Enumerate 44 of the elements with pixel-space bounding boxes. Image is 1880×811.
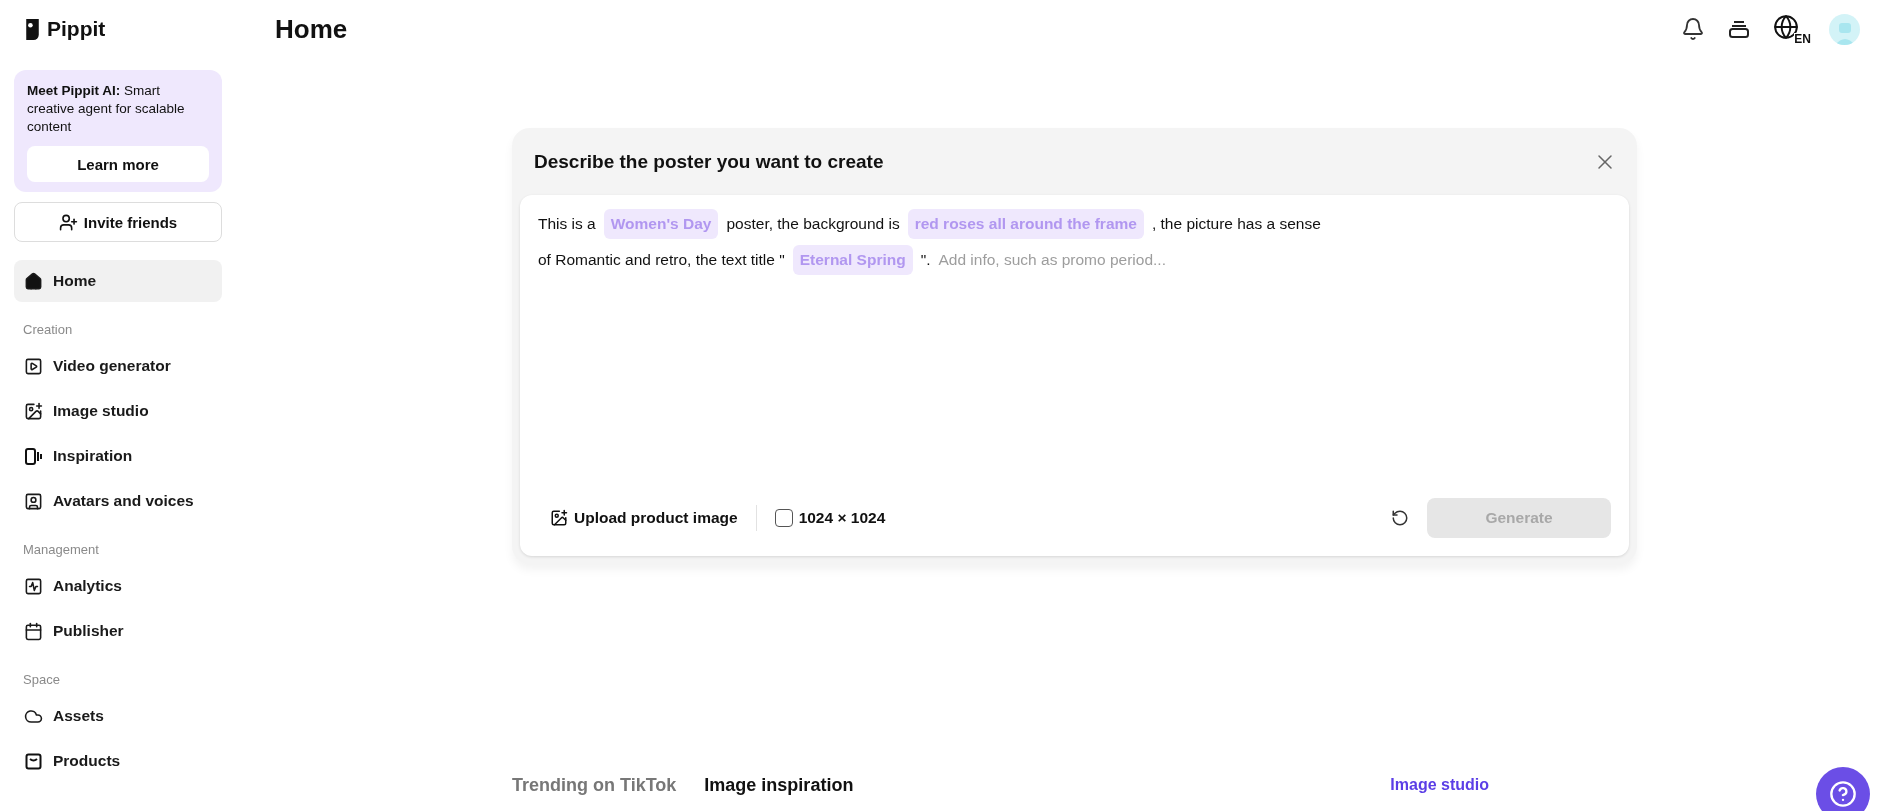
sidebar-item[interactable]: Home <box>14 260 222 302</box>
panels-icon <box>24 446 43 466</box>
prompt-text: poster, the background is <box>726 215 900 233</box>
sidebar-item[interactable]: Assets <box>14 695 222 737</box>
logo-text: Pippit <box>47 17 106 41</box>
prompt-text: of Romantic and retro, the text title " <box>538 251 785 269</box>
box-icon <box>24 751 43 771</box>
size-label: 1024 × 1024 <box>798 509 886 527</box>
dialog-title: Describe the poster you want to create <box>534 150 884 173</box>
sidebar-item[interactable]: Inspiration <box>14 435 222 477</box>
avatar-icon <box>24 491 43 511</box>
sidebar-item[interactable]: Analytics <box>14 565 222 607</box>
prompt-text: , the picture has a sense <box>1151 215 1321 233</box>
calendar-icon <box>24 621 43 641</box>
section-title: Creation <box>22 322 74 337</box>
chart-icon <box>24 576 43 596</box>
bell-icon[interactable] <box>1681 17 1705 41</box>
video-icon <box>24 356 43 376</box>
sidebar-item[interactable]: Video generator <box>14 345 222 387</box>
invite-button[interactable]: Invite friends <box>14 202 222 242</box>
prompt-text: ". <box>920 251 931 269</box>
sidebar-item[interactable]: Image studio <box>14 390 222 432</box>
upload-button[interactable]: Upload product image <box>538 505 757 531</box>
add-user-icon <box>58 212 78 232</box>
size-checkbox[interactable] <box>774 509 793 527</box>
section-tab[interactable]: Trending on TikTok <box>512 774 677 796</box>
image-icon <box>24 401 43 421</box>
prompt-text: This is a <box>538 215 596 233</box>
reset-icon[interactable] <box>1391 509 1409 527</box>
image-add-icon <box>550 509 568 527</box>
image-studio-link[interactable]: Image studio <box>1390 776 1489 794</box>
section-title: Management <box>22 542 100 557</box>
sidebar-item[interactable]: Publisher <box>14 610 222 652</box>
logo-icon <box>24 17 41 41</box>
home-icon <box>24 271 43 291</box>
promo-text: Meet Pippit AI: Smart creative agent for scalable content <box>27 82 186 136</box>
learn-more-button[interactable]: Learn more <box>27 146 209 182</box>
section-tab[interactable]: Image inspiration <box>704 774 854 796</box>
sidebar-item[interactable]: Products <box>14 740 222 782</box>
sidebar-item[interactable]: Avatars and voices <box>14 480 222 522</box>
help-button[interactable] <box>1816 767 1870 811</box>
page-title: Home <box>275 13 348 45</box>
help-icon <box>1829 780 1857 808</box>
section-title: Space <box>22 672 61 687</box>
